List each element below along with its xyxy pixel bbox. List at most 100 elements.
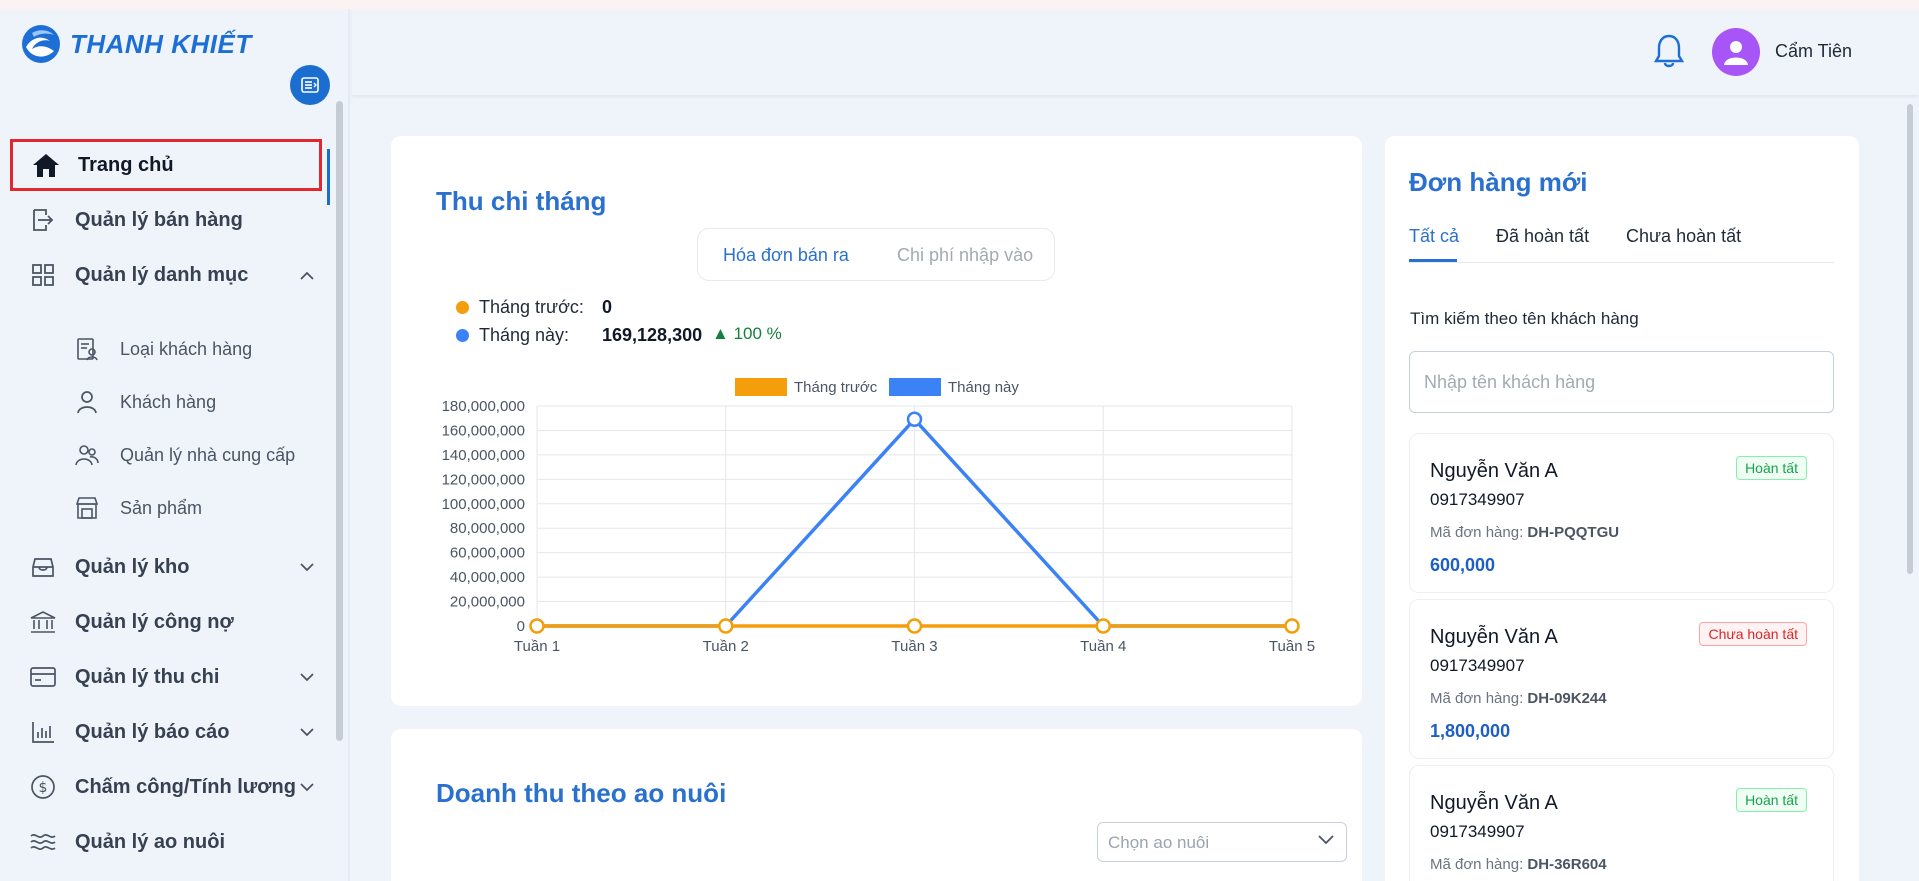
triangle-up-icon: ▲ [712, 324, 734, 343]
curr-month-label: Tháng này: [479, 325, 570, 345]
prev-month-dot [456, 301, 469, 314]
order-card[interactable]: Nguyễn Văn A Chưa hoàn tất 0917349907 Mã… [1409, 599, 1834, 759]
order-code: DH-36R604 [1527, 856, 1607, 873]
tab-completed[interactable]: Đã hoàn tất [1496, 226, 1589, 247]
x-tick-label: Tuần 2 [703, 638, 749, 655]
sidebar-subitem-label: Khách hàng [120, 391, 217, 412]
order-code-row: Mã đơn hàng: DH-09K244 [1430, 690, 1607, 707]
warehouse-icon [28, 552, 58, 582]
order-code-row: Mã đơn hàng: DH-PQQTGU [1430, 524, 1619, 541]
prev-month-label: Tháng trước: [479, 297, 584, 317]
store-icon [74, 495, 100, 521]
order-customer-name: Nguyễn Văn A [1430, 626, 1558, 648]
sidebar-subitem-customer-types[interactable]: Loại khách hàng [70, 327, 320, 371]
chevron-down-icon [298, 723, 316, 741]
chevron-down-icon [298, 668, 316, 686]
sidebar-subitem-label: Quản lý nhà cung cấp [120, 444, 296, 465]
user-avatar-icon [1724, 41, 1748, 65]
sidebar-item-income-expense[interactable]: Quản lý thu chi [10, 651, 322, 703]
tab-incomplete[interactable]: Chưa hoàn tất [1626, 226, 1741, 247]
y-tick-label: 160,000,000 [442, 422, 525, 439]
sidebar-item-home[interactable]: Trang chủ [10, 139, 322, 191]
customer-search-input[interactable] [1409, 351, 1834, 413]
chevron-down-icon [298, 558, 316, 576]
sidebar-subitem-products[interactable]: Sản phẩm [70, 486, 320, 530]
order-card[interactable]: Nguyễn Văn A Hoàn tất 0917349907 Mã đơn … [1409, 765, 1834, 881]
sidebar-item-timekeeping[interactable]: $ Chấm công/Tính lương [10, 761, 322, 813]
monthly-finance-title: Thu chi tháng [436, 186, 607, 216]
sidebar-subitem-suppliers[interactable]: Quản lý nhà cung cấp [70, 433, 320, 477]
order-customer-name: Nguyễn Văn A [1430, 460, 1558, 482]
user-name[interactable]: Cẩm Tiên [1775, 41, 1852, 62]
chevron-up-icon [298, 266, 316, 284]
status-badge: Hoàn tất [1736, 788, 1807, 812]
x-tick-label: Tuần 5 [1269, 638, 1315, 655]
pond-revenue-title: Doanh thu theo ao nuôi [436, 778, 727, 808]
x-tick-label: Tuần 3 [891, 638, 937, 655]
order-code: DH-09K244 [1527, 690, 1607, 707]
sidebar-item-debt[interactable]: Quản lý công nợ [10, 596, 322, 648]
chevron-down-icon [298, 778, 316, 796]
sidebar-item-label: Quản lý thu chi [75, 665, 220, 688]
sidebar: THANH KHIẾT Trang chủ Quản lý bán hàng Q… [0, 9, 350, 881]
sidebar-item-label: Quản lý danh mục [75, 263, 249, 286]
order-phone: 0917349907 [1430, 490, 1525, 509]
finance-toggle: Hóa đơn bán ra Chi phí nhập vào [697, 228, 1055, 281]
new-orders-title: Đơn hàng mới [1409, 167, 1588, 197]
bar-chart-icon [28, 717, 58, 747]
sidebar-item-sales[interactable]: Quản lý bán hàng [10, 194, 322, 246]
data-point [1284, 618, 1300, 634]
y-tick-label: 80,000,000 [450, 520, 525, 537]
change-percent-value: 100 % [733, 324, 782, 343]
change-percent: ▲ 100 % [712, 324, 782, 344]
suppliers-icon [74, 442, 100, 468]
sidebar-item-ponds[interactable]: Quản lý ao nuôi [10, 816, 322, 868]
legend-swatch [889, 378, 941, 396]
sidebar-subitem-label: Sản phẩm [120, 497, 203, 518]
sidebar-collapse-button[interactable] [290, 65, 330, 105]
y-tick-label: 120,000,000 [442, 471, 525, 488]
order-code: DH-PQQTGU [1527, 524, 1620, 541]
main-scrollbar[interactable] [1907, 104, 1913, 574]
tab-import-costs[interactable]: Chi phí nhập vào [897, 245, 1033, 266]
logo-wave-icon [22, 25, 60, 63]
avatar[interactable] [1712, 28, 1760, 76]
active-indicator [327, 149, 330, 205]
notification-bell-icon[interactable] [1652, 33, 1686, 69]
sidebar-item-label: Quản lý kho [75, 555, 190, 578]
user-icon [74, 389, 100, 415]
order-card[interactable]: Nguyễn Văn A Hoàn tất 0917349907 Mã đơn … [1409, 433, 1834, 593]
tabs-divider [1409, 262, 1834, 263]
order-code-label: Mã đơn hàng: [1430, 856, 1524, 873]
prev-month-row: Tháng trước: [456, 297, 584, 318]
sidebar-item-label: Quản lý bán hàng [75, 208, 243, 231]
menu-collapse-icon [301, 77, 319, 93]
sidebar-subitem-label: Loại khách hàng [120, 338, 253, 359]
sidebar-item-label: Trang chủ [78, 153, 174, 176]
prev-month-value: 0 [602, 297, 613, 317]
order-amount: 1,800,000 [1430, 721, 1511, 741]
bank-icon [28, 607, 58, 637]
status-badge: Chưa hoàn tất [1699, 622, 1807, 646]
sidebar-subitem-customers[interactable]: Khách hàng [70, 380, 320, 424]
home-icon [31, 150, 61, 180]
sidebar-scrollbar[interactable] [336, 101, 343, 741]
data-point [1095, 618, 1111, 634]
tab-sales-invoices[interactable]: Hóa đơn bán ra [723, 245, 849, 266]
top-strip [0, 0, 1919, 9]
sidebar-item-reports[interactable]: Quản lý báo cáo [10, 706, 322, 758]
brand-logo[interactable]: THANH KHIẾT [20, 23, 252, 65]
order-amount: 600,000 [1430, 555, 1496, 575]
status-badge: Hoàn tất [1736, 456, 1807, 480]
dollar-icon: $ [28, 772, 58, 802]
sidebar-item-categories[interactable]: Quản lý danh mục [10, 249, 322, 301]
sidebar-item-label: Quản lý công nợ [75, 610, 234, 633]
y-tick-label: 60,000,000 [450, 545, 525, 562]
order-code-label: Mã đơn hàng: [1430, 524, 1524, 541]
chevron-down-icon [1318, 835, 1334, 845]
pond-select[interactable]: Chọn ao nuôi [1097, 822, 1347, 862]
y-tick-label: 0 [517, 618, 525, 635]
data-point [906, 618, 923, 634]
sidebar-item-warehouse[interactable]: Quản lý kho [10, 541, 322, 593]
tab-all[interactable]: Tất cả [1409, 226, 1459, 247]
